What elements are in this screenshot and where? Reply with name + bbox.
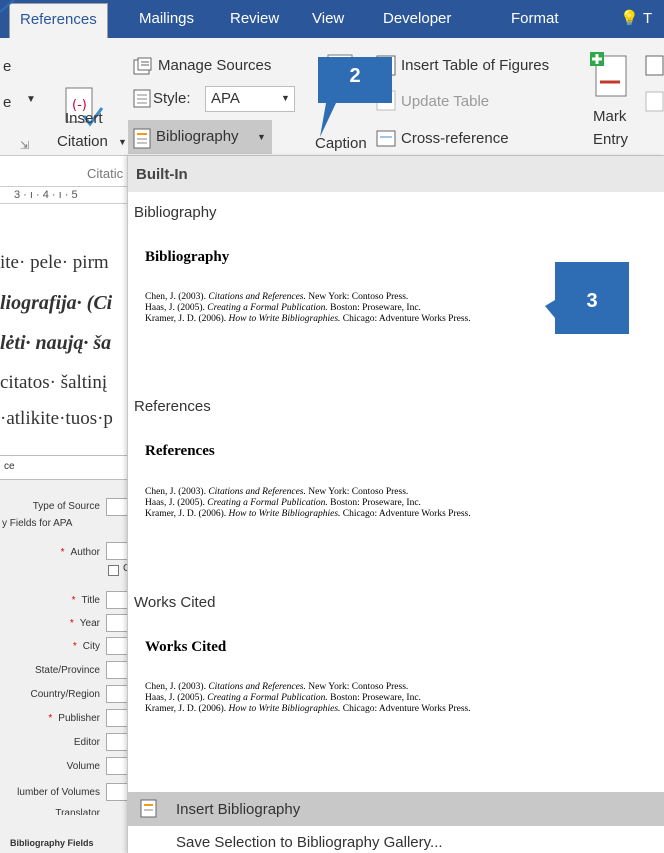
document-text-line: citatos· šaltinį [0,372,108,393]
type-of-source-label: Type of Source [32,501,100,512]
title-label: * Title [71,595,100,606]
callout-step-3: 3 [545,260,635,340]
mark-entry-label[interactable]: Mark [593,108,626,125]
corporate-author-checkbox[interactable] [108,565,119,576]
index-icon[interactable] [645,55,664,77]
dropdown-arrow-icon[interactable]: ▼ [118,137,127,147]
callout-step-2: 2 [300,55,420,139]
mark-entry-icon[interactable] [586,50,630,102]
insert-bibliography-label: Insert Bibliography [176,801,301,818]
gallery-header-built-in: Built-In [128,156,664,192]
manage-sources-icon[interactable] [133,57,153,77]
gallery-item-references[interactable]: References References Chen, J. (2003). C… [128,388,664,558]
style-dropdown[interactable]: APA ▼ [205,86,295,112]
volume-label: Volume [66,761,100,772]
citation: Kramer, J. D. (2006). How to Write Bibli… [145,509,471,519]
chevron-down-icon: ▼ [257,132,266,142]
create-source-pane: ce Type of Source y Fields for APA * Auth… [0,455,132,853]
citation: Haas, J. (2005). Creating a Formal Publi… [145,303,421,313]
insert-bibliography-icon [140,799,157,818]
gallery-item-title: Bibliography [134,204,217,221]
gallery-item-title: References [134,398,211,415]
index-icon-2[interactable] [645,91,664,113]
citation: Chen, J. (2003). Citations and Reference… [145,682,409,692]
save-selection-label: Save Selection to Bibliography Gallery..… [176,834,443,851]
editor-label: Editor [73,737,100,748]
year-label: * Year [69,618,100,629]
insert-table-of-figures-button[interactable]: Insert Table of Figures [401,57,549,74]
dialog-launcher-icon[interactable]: ⇲ [20,139,29,152]
bibliography-label: Bibliography [156,128,239,145]
gallery-item-works-cited[interactable]: Works Cited Works Cited Chen, J. (2003).… [128,584,664,754]
document-text-line: ·atlikite·tuos·p [0,408,113,429]
number-of-volumes-label: lumber of Volumes [17,787,100,798]
insert-citation-label-2[interactable]: Citation [57,133,108,150]
document-area[interactable]: ite· pele· pirm liografija· (Ci lėti· na… [0,204,132,455]
citation: Chen, J. (2003). Citations and Reference… [145,487,409,497]
tab-references[interactable]: References [9,3,108,39]
tab-view[interactable]: View [312,0,344,38]
save-selection-menu-item[interactable]: Save Selection to Bibliography Gallery..… [128,828,664,853]
fields-for-apa-label: y Fields for APA [2,518,73,529]
horizontal-ruler[interactable]: 3 · ı · 4 · ı · 5 [0,186,132,204]
tab-format[interactable]: Format [511,0,559,38]
ribbon-partial-label[interactable]: e [3,58,11,75]
publisher-label: * Publisher [48,713,100,724]
style-icon [133,89,151,108]
gallery-item-title: Works Cited [134,594,216,611]
bibliography-icon [133,128,151,149]
document-text-line: liografija· (Ci [0,292,113,314]
style-value: APA [211,90,240,107]
bibliography-fields-label: Bibliography Fields [10,838,94,848]
author-label: * Author [60,547,100,558]
pane-title-bar: ce [0,456,132,480]
ribbon-partial-label[interactable]: e [3,94,11,111]
chevron-down-icon[interactable]: ▼ [281,93,290,103]
manage-sources-button[interactable]: Manage Sources [158,57,271,74]
callout-number: 2 [349,65,361,87]
insert-bibliography-menu-item[interactable]: Insert Bibliography [128,792,664,826]
citation: Kramer, J. D. (2006). How to Write Bibli… [145,704,471,714]
citation: Haas, J. (2005). Creating a Formal Publi… [145,498,421,508]
tab-tell-me[interactable]: T [643,0,652,38]
group-label-citations: Citatic [87,166,124,181]
pointer-line [0,0,15,13]
tab-review[interactable]: Review [230,0,279,38]
translator-label: Translator [55,808,100,815]
citation: Kramer, J. D. (2006). How to Write Bibli… [145,314,471,324]
ribbon-tab-bar: References Mailings Review View Develope… [0,0,664,39]
callout-number: 3 [586,290,598,312]
bibliography-button[interactable]: Bibliography ▼ [128,120,272,154]
document-text-line: lėti· naują· ša [0,332,112,354]
country-label: Country/Region [30,689,100,700]
style-label: Style: [153,90,191,107]
tab-developer[interactable]: Developer [383,0,451,38]
city-label: * City [72,641,100,652]
lightbulb-icon[interactable]: 💡 [620,0,639,38]
references-heading: References [145,443,215,459]
works-cited-heading: Works Cited [145,639,227,655]
citation: Haas, J. (2005). Creating a Formal Publi… [145,693,421,703]
dropdown-arrow-icon[interactable]: ▼ [26,94,36,105]
tab-mailings[interactable]: Mailings [139,0,194,38]
document-text-line: ite· pele· pirm [0,252,109,273]
bibliography-heading: Bibliography [145,249,230,265]
citation: Chen, J. (2003). Citations and Reference… [145,292,409,302]
mark-entry-label-2[interactable]: Entry [593,131,628,148]
state-label: State/Province [34,665,100,676]
insert-citation-label[interactable]: Insert [65,110,103,127]
pane-title: ce [4,461,15,472]
